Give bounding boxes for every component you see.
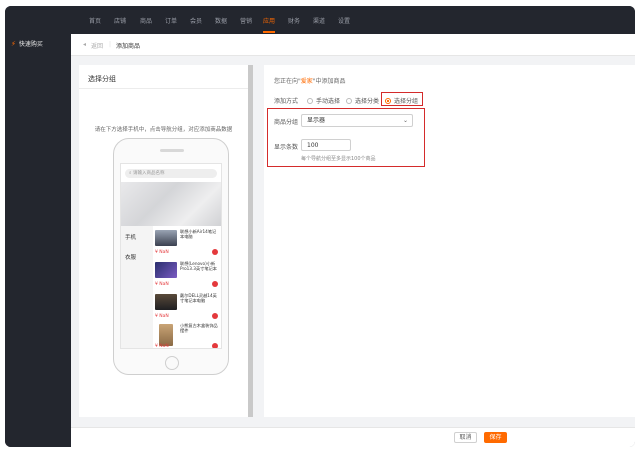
breadcrumb-divider: | <box>109 41 112 48</box>
product-image <box>155 262 177 278</box>
add-method-label: 添加方式 <box>274 98 299 105</box>
list-item[interactable]: 戴尔DELL灵越14英寸笔记本电脑 ¥ NaN <box>155 292 219 322</box>
nav-item-home[interactable]: 首页 <box>89 16 101 25</box>
radio-dot-selected <box>385 97 391 104</box>
panel-scrollbar[interactable] <box>248 65 253 417</box>
phone-speaker <box>160 149 184 152</box>
nav-item-shop[interactable]: 店铺 <box>114 16 126 25</box>
product-price: ¥ NaN <box>155 344 169 349</box>
workspace: ◂ 返回 | 添加商品 选择分组 请在下方选择手机中，点击导航分组，对应添加商品… <box>71 34 635 447</box>
nav-item-apps[interactable]: 应用 <box>263 16 275 25</box>
nav-item-members[interactable]: 会员 <box>190 16 202 25</box>
product-name: 联想小新Air14笔记本电脑 <box>180 229 217 239</box>
instruction-text: 请在下方选择手机中，点击导航分组，对应添加商品数据 <box>94 127 233 133</box>
add-to-cart-button[interactable] <box>212 249 218 255</box>
group-label: 商品分组 <box>274 119 299 126</box>
add-to-cart-button[interactable] <box>212 313 218 319</box>
radio-select-group[interactable]: 选择分组 <box>385 96 418 105</box>
chevron-down-icon: ⌄ <box>402 117 408 124</box>
category-list: 手机 衣服 <box>121 226 153 348</box>
cancel-button[interactable]: 取消 <box>454 432 477 443</box>
count-input[interactable]: 100 <box>301 139 351 151</box>
add-to-cart-button[interactable] <box>212 281 218 287</box>
nav-item-data[interactable]: 数据 <box>215 16 227 25</box>
panel-title: 选择分组 <box>88 75 116 83</box>
list-item[interactable]: 小熊复古木盒装饰品摆件 ¥ NaN <box>155 322 219 349</box>
nav-item-channels[interactable]: 渠道 <box>313 16 325 25</box>
group-select[interactable]: 显示器 ⌄ <box>301 114 413 127</box>
sidebar-item-label: 快速购买 <box>18 41 43 48</box>
active-tab-indicator <box>263 31 275 33</box>
breadcrumb: ◂ 返回 | 添加商品 <box>71 34 635 56</box>
count-label: 显示条数 <box>274 144 299 151</box>
list-item[interactable]: 联想小新Air14笔记本电脑 ¥ NaN <box>155 228 219 258</box>
group-select-value: 显示器 <box>307 117 326 124</box>
target-notice: 您正在向"爱家"中添加商品 <box>274 76 346 85</box>
notice-target: 爱家 <box>300 78 313 85</box>
sidebar: ⚡ 快速购买 <box>5 6 71 447</box>
nav-item-goods[interactable]: 商品 <box>140 16 152 25</box>
radio-select-category[interactable]: 选择分类 <box>346 96 379 105</box>
product-image <box>155 230 177 246</box>
notice-prefix: 您正在向" <box>274 78 301 85</box>
search-input[interactable]: ⌕ 请输入商品名称 <box>125 169 217 178</box>
product-name: 小熊复古木盒装饰品摆件 <box>180 323 218 333</box>
top-navigation: 首页 店铺 商品 订单 会员 数据 营销 应用 财务 渠道 设置 <box>71 6 635 34</box>
nav-item-finance[interactable]: 财务 <box>288 16 300 25</box>
list-item[interactable]: 联想(Lenovo)小新Pro13.3英寸笔记本 ¥ NaN <box>155 260 219 290</box>
product-name: 联想(Lenovo)小新Pro13.3英寸笔记本 <box>180 261 217 271</box>
add-to-cart-button[interactable] <box>212 343 218 348</box>
radio-label: 选择分组 <box>394 98 419 105</box>
notice-suffix: "中添加商品 <box>312 78 346 85</box>
breadcrumb-back[interactable]: 返回 <box>91 41 103 50</box>
app-window: ⚡ 快速购买 首页 店铺 商品 订单 会员 数据 营销 应用 财务 渠道 设置 … <box>5 6 635 447</box>
add-goods-form: 您正在向"爱家"中添加商品 添加方式 手动选择 选择分类 选择分组 商品分组 显… <box>264 65 635 417</box>
save-button[interactable]: 保存 <box>484 432 507 443</box>
back-arrow-icon[interactable]: ◂ <box>83 41 86 48</box>
phone-home-button <box>165 356 179 370</box>
radio-manual-select[interactable]: 手动选择 <box>307 96 340 105</box>
product-price: ¥ NaN <box>155 314 169 319</box>
category-item-clothes[interactable]: 衣服 <box>121 252 153 264</box>
page-title: 添加商品 <box>116 43 141 50</box>
nav-item-orders[interactable]: 订单 <box>165 16 177 25</box>
radio-label: 手动选择 <box>316 98 341 105</box>
group-picker-panel: 选择分组 请在下方选择手机中，点击导航分组，对应添加商品数据 ⌕ 请输入商品名称… <box>79 65 248 417</box>
sidebar-item-quick-buy[interactable]: ⚡ 快速购买 <box>11 39 43 49</box>
bolt-icon: ⚡ <box>11 39 16 48</box>
banner-image <box>121 182 221 226</box>
count-hint: 每个导航分组至多显示100个商品 <box>301 156 376 162</box>
footer-bar: 取消 保存 <box>71 427 635 447</box>
nav-item-settings[interactable]: 设置 <box>338 16 350 25</box>
product-price: ¥ NaN <box>155 282 169 287</box>
nav-item-marketing[interactable]: 营销 <box>240 16 252 25</box>
search-placeholder: 请输入商品名称 <box>132 171 165 176</box>
phone-preview: ⌕ 请输入商品名称 手机 衣服 联想小新Air14笔记本电脑 ¥ NaN 联想(… <box>113 138 229 375</box>
product-name: 戴尔DELL灵越14英寸笔记本电脑 <box>180 293 217 303</box>
product-price: ¥ NaN <box>155 250 169 255</box>
product-image <box>159 324 173 346</box>
radio-dot <box>346 97 352 104</box>
radio-label: 选择分类 <box>355 98 380 105</box>
category-item-phone[interactable]: 手机 <box>121 232 153 244</box>
product-image <box>155 294 177 310</box>
radio-dot <box>307 97 313 104</box>
phone-screen: ⌕ 请输入商品名称 手机 衣服 联想小新Air14笔记本电脑 ¥ NaN 联想(… <box>120 163 222 349</box>
divider <box>79 88 248 89</box>
